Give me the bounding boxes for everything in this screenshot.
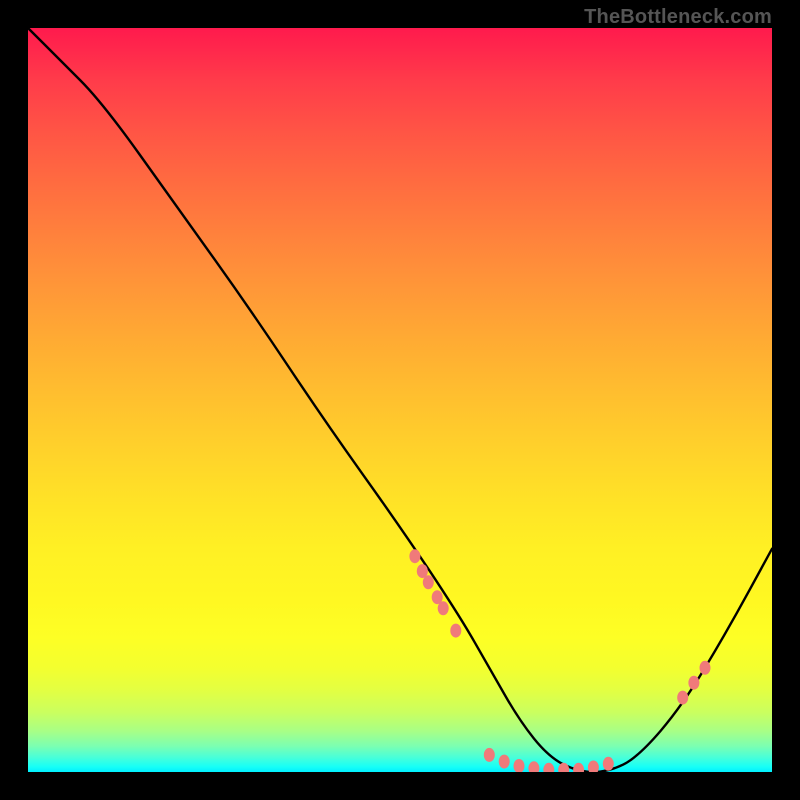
data-marker — [588, 761, 599, 773]
data-marker — [423, 575, 434, 589]
data-marker — [688, 676, 699, 690]
curve-layer — [28, 28, 772, 772]
chart-stage: TheBottleneck.com — [0, 0, 800, 800]
curve-path — [28, 28, 772, 772]
data-marker — [450, 624, 461, 638]
data-marker — [438, 601, 449, 615]
data-marker — [543, 763, 554, 772]
curve-path-group — [28, 28, 772, 772]
data-marker — [514, 759, 525, 772]
data-marker — [700, 661, 711, 675]
data-marker — [409, 549, 420, 563]
plot-area — [28, 28, 772, 772]
data-marker — [573, 763, 584, 772]
marker-group — [409, 549, 710, 772]
data-marker — [603, 757, 614, 771]
attribution-label: TheBottleneck.com — [584, 6, 772, 29]
data-marker — [528, 761, 539, 772]
data-marker — [558, 763, 569, 772]
data-marker — [677, 691, 688, 705]
data-marker — [499, 755, 510, 769]
data-marker — [484, 748, 495, 762]
